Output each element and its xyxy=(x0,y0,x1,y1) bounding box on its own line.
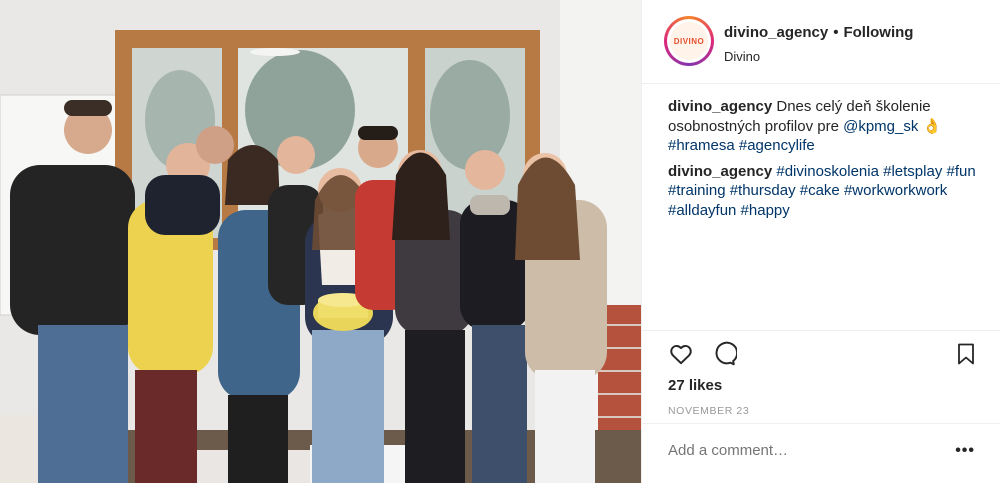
comment-caption: divino_agency Dnes celý deň školenie oso… xyxy=(668,97,988,156)
avatar-image: DIVINO xyxy=(670,22,708,60)
instagram-post: DIVINO divino_agency • Following Divino … xyxy=(0,0,1000,483)
bookmark-icon[interactable] xyxy=(954,341,982,369)
avatar-frame: DIVINO xyxy=(667,19,711,63)
username-link[interactable]: divino_agency xyxy=(724,24,828,41)
add-comment-input[interactable] xyxy=(668,442,928,459)
comment-icon[interactable] xyxy=(711,341,739,369)
following-button[interactable]: Following xyxy=(843,24,913,41)
ok-hand-emoji: 👌 xyxy=(922,117,942,135)
header-row: divino_agency • Following xyxy=(724,24,913,41)
separator-dot: • xyxy=(833,24,839,41)
mention-link[interactable]: @kpmg_sk xyxy=(843,118,918,135)
post-photo[interactable] xyxy=(0,0,641,483)
comment-username[interactable]: divino_agency xyxy=(668,98,772,115)
comment-hashtags: divino_agency #divinoskolenia #letsplay … xyxy=(668,162,988,221)
comment-list: divino_agency Dnes celý deň školenie oso… xyxy=(668,97,988,226)
heart-icon[interactable] xyxy=(668,341,696,369)
post-header: DIVINO divino_agency • Following Divino xyxy=(642,0,1000,84)
hashtag-links[interactable]: #hramesa #agencylife xyxy=(668,137,815,154)
location-link[interactable]: Divino xyxy=(724,49,913,64)
post-date: NOVEMBER 23 xyxy=(668,405,750,417)
post-actions: 27 likes NOVEMBER 23 xyxy=(642,330,1000,417)
add-comment-bar: ••• xyxy=(642,423,1000,484)
group-photo-illustration xyxy=(0,0,641,483)
divino-logo: DIVINO xyxy=(673,36,705,46)
comment-username[interactable]: divino_agency xyxy=(668,163,772,180)
more-options-icon[interactable]: ••• xyxy=(955,442,975,460)
header-text: divino_agency • Following Divino xyxy=(724,24,913,64)
action-icons xyxy=(668,341,978,369)
likes-count[interactable]: 27 likes xyxy=(668,377,722,394)
post-side-panel: DIVINO divino_agency • Following Divino … xyxy=(641,0,1000,483)
avatar[interactable]: DIVINO xyxy=(664,16,714,66)
